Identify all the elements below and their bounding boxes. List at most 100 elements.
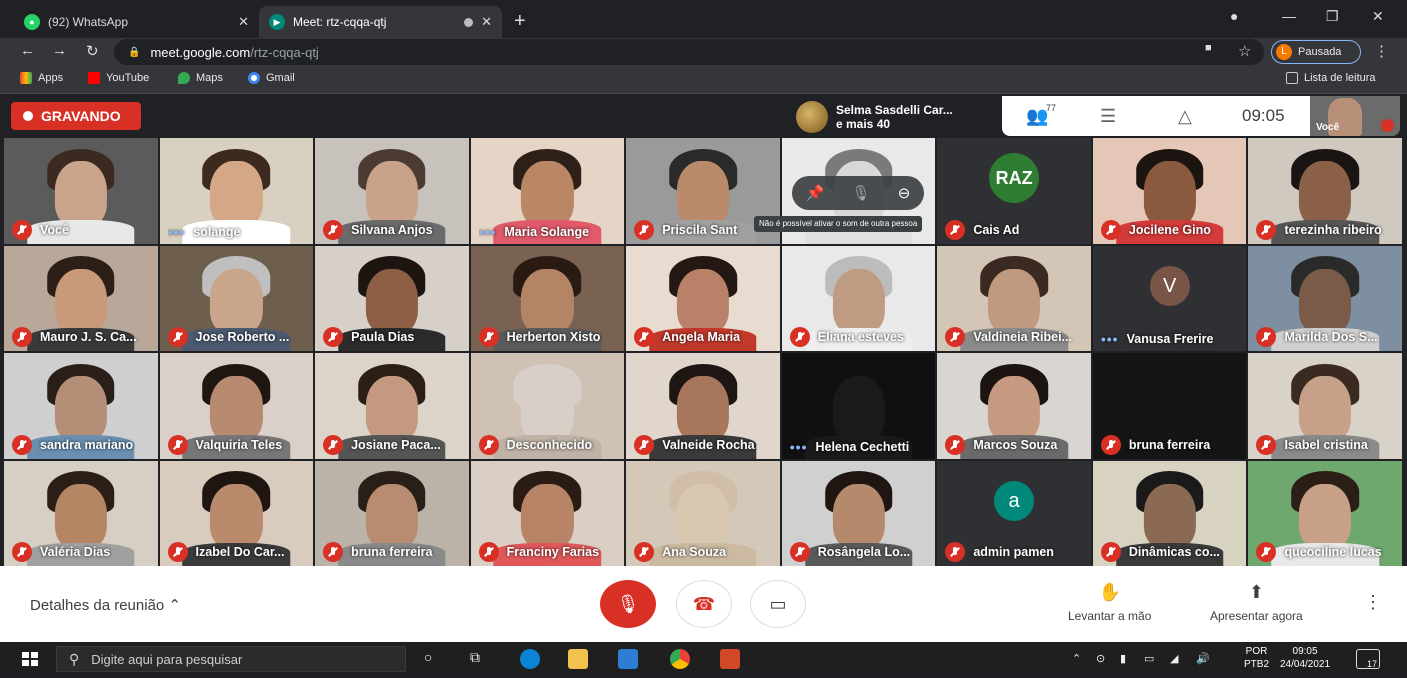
- star-icon[interactable]: ☆: [1238, 42, 1251, 60]
- new-tab-button[interactable]: +: [514, 10, 526, 33]
- mic-off-icon: [167, 542, 188, 562]
- leave-call-button[interactable]: ☎: [676, 580, 732, 628]
- volume-icon[interactable]: 🔊: [1196, 652, 1210, 665]
- participant-tile[interactable]: Paula Dias: [315, 245, 469, 351]
- url-field[interactable]: 🔒 meet.google.com /rtz-cqqa-qtj: [114, 39, 1264, 65]
- taskbar-search-input[interactable]: ⚲ Digite aqui para pesquisar: [56, 646, 406, 672]
- wifi-icon[interactable]: ◢: [1170, 652, 1178, 665]
- profile-button[interactable]: L Pausada: [1271, 40, 1361, 64]
- meet-top-bar: GRAVANDO Selma Sasdelli Car... e mais 40…: [0, 94, 1407, 138]
- forward-icon[interactable]: →: [52, 42, 67, 59]
- participant-name: Marcos Souza: [973, 437, 1058, 452]
- participant-tile[interactable]: Rosângela Lo...: [781, 460, 936, 566]
- participant-tile[interactable]: bruna ferreira: [1092, 353, 1247, 459]
- close-tab-icon[interactable]: ✕: [481, 14, 492, 30]
- chat-icon[interactable]: ☰: [1100, 106, 1116, 127]
- participant-tile[interactable]: Jocilene Gino: [1092, 138, 1247, 244]
- edge-icon[interactable]: [520, 649, 540, 669]
- camera-icon[interactable]: ■: [1205, 42, 1212, 54]
- participant-tile[interactable]: Você: [4, 138, 158, 244]
- participant-tile[interactable]: Angela Maria: [626, 245, 780, 351]
- close-window-button[interactable]: ✕: [1372, 8, 1384, 25]
- participant-tile[interactable]: RAZ Cais Ad: [937, 138, 1091, 244]
- camera-toggle-button[interactable]: ▭: [750, 580, 806, 628]
- menu-icon[interactable]: ⋮: [1374, 42, 1389, 60]
- powerpoint-icon[interactable]: [720, 649, 740, 669]
- participant-tile[interactable]: Isabel cristina: [1248, 353, 1402, 459]
- self-preview-tile[interactable]: Você: [1310, 96, 1400, 136]
- task-view-icon[interactable]: ⧉: [470, 649, 480, 666]
- participant-tile[interactable]: Jose Roberto ...: [159, 245, 314, 351]
- media-icon[interactable]: ●: [1230, 8, 1238, 24]
- bookmark-gmail[interactable]: Gmail: [248, 72, 295, 84]
- participant-tile[interactable]: bruna ferreira: [315, 460, 469, 566]
- battery-icon[interactable]: ▭: [1144, 652, 1154, 665]
- presenter-info[interactable]: Selma Sasdelli Car... e mais 40: [796, 100, 996, 134]
- participant-tile[interactable]: Valquiria Teles: [159, 353, 314, 459]
- activities-icon[interactable]: △: [1178, 106, 1192, 127]
- hand-icon: ✋: [1098, 582, 1121, 602]
- windows-start-icon[interactable]: [22, 652, 38, 666]
- participant-tile[interactable]: Marilda Dos S...: [1248, 245, 1402, 351]
- notification-center-icon[interactable]: 17: [1356, 649, 1380, 669]
- recording-badge[interactable]: GRAVANDO: [11, 102, 141, 130]
- participant-label: bruna ferreira: [1100, 434, 1243, 455]
- bookmark-maps[interactable]: Maps: [178, 72, 223, 84]
- reading-list-button[interactable]: Lista de leitura: [1286, 72, 1376, 84]
- language-indicator[interactable]: POR PTB2: [1244, 645, 1269, 671]
- mic-off-icon: [1256, 327, 1277, 347]
- network-icon[interactable]: ⊙: [1096, 652, 1105, 665]
- taskbar-clock[interactable]: 09:05 24/04/2021: [1280, 645, 1330, 671]
- participant-tile[interactable]: ••• solange: [159, 138, 314, 244]
- mute-participant-icon[interactable]: 🎙: [852, 184, 871, 202]
- participant-tile[interactable]: queociline lucas: [1248, 460, 1402, 566]
- mic-toggle-button[interactable]: 🎙: [600, 580, 656, 628]
- participant-tile[interactable]: ••• Maria Solange: [470, 138, 625, 244]
- participant-tile[interactable]: Valdineia Ribei...: [937, 245, 1091, 351]
- participant-tile[interactable]: Josiane Paca...: [315, 353, 469, 459]
- minimize-button[interactable]: —: [1282, 8, 1296, 24]
- reload-icon[interactable]: ↻: [86, 42, 99, 60]
- close-tab-icon[interactable]: ✕: [238, 14, 249, 30]
- participant-tile[interactable]: terezinha ribeiro: [1248, 138, 1402, 244]
- back-icon[interactable]: ←: [20, 42, 35, 59]
- participant-tile[interactable]: Dinâmicas co...: [1092, 460, 1247, 566]
- mic-off-icon: [1256, 219, 1277, 240]
- tray-chevron-icon[interactable]: ⌃: [1072, 652, 1081, 665]
- participant-tile[interactable]: a admin pamen: [937, 460, 1091, 566]
- usb-icon[interactable]: ▮: [1120, 652, 1126, 665]
- tab-whatsapp[interactable]: ● (92) WhatsApp ✕: [14, 6, 259, 38]
- participant-tile[interactable]: V ••• Vanusa Frerire: [1092, 245, 1247, 351]
- meeting-details-button[interactable]: Detalhes da reunião ⌃: [30, 596, 181, 614]
- participant-tile[interactable]: sandra mariano: [4, 353, 158, 459]
- participant-tile[interactable]: Ana Souza: [626, 460, 780, 566]
- present-now-button[interactable]: ⬆ Apresentar agora: [1210, 582, 1303, 623]
- cortana-icon[interactable]: ○: [424, 649, 432, 665]
- more-options-icon[interactable]: ⋮: [1364, 592, 1382, 613]
- participant-tile[interactable]: Mauro J. S. Ca...: [4, 245, 158, 351]
- tab-meet[interactable]: ▶ Meet: rtz-cqqa-qtj ✕: [259, 6, 502, 38]
- bookmark-apps[interactable]: Apps: [20, 72, 63, 84]
- participant-name: Maria Solange: [504, 224, 590, 239]
- mic-off-icon: [1381, 119, 1394, 132]
- raise-hand-button[interactable]: ✋ Levantar a mão: [1068, 582, 1151, 623]
- bookmark-youtube[interactable]: YouTube: [88, 72, 149, 84]
- maximize-button[interactable]: ❐: [1326, 8, 1339, 25]
- participant-tile[interactable]: Valneide Rocha: [626, 353, 780, 459]
- pin-icon[interactable]: 📌: [806, 184, 825, 202]
- participant-face: [1143, 483, 1196, 550]
- participant-tile[interactable]: Herberton Xisto: [470, 245, 625, 351]
- remove-participant-icon[interactable]: ⊖: [898, 184, 911, 202]
- participant-tile[interactable]: Eliana esteves: [781, 245, 936, 351]
- participant-tile[interactable]: ••• Helena Cechetti: [781, 353, 936, 459]
- file-explorer-icon[interactable]: [568, 649, 588, 669]
- participant-tile[interactable]: Silvana Anjos: [315, 138, 469, 244]
- mail-icon[interactable]: [618, 649, 638, 669]
- participant-tile[interactable]: Izabel Do Car...: [159, 460, 314, 566]
- participant-tile[interactable]: Marcos Souza: [937, 353, 1091, 459]
- meeting-controls: Detalhes da reunião ⌃ 🎙 ☎ ▭ ✋ Levantar a…: [0, 566, 1407, 642]
- participant-tile[interactable]: Desconhecido: [470, 353, 625, 459]
- participant-tile[interactable]: Franciny Farias: [470, 460, 625, 566]
- chrome-icon[interactable]: [670, 649, 690, 669]
- participant-tile[interactable]: Valéria Dias: [4, 460, 158, 566]
